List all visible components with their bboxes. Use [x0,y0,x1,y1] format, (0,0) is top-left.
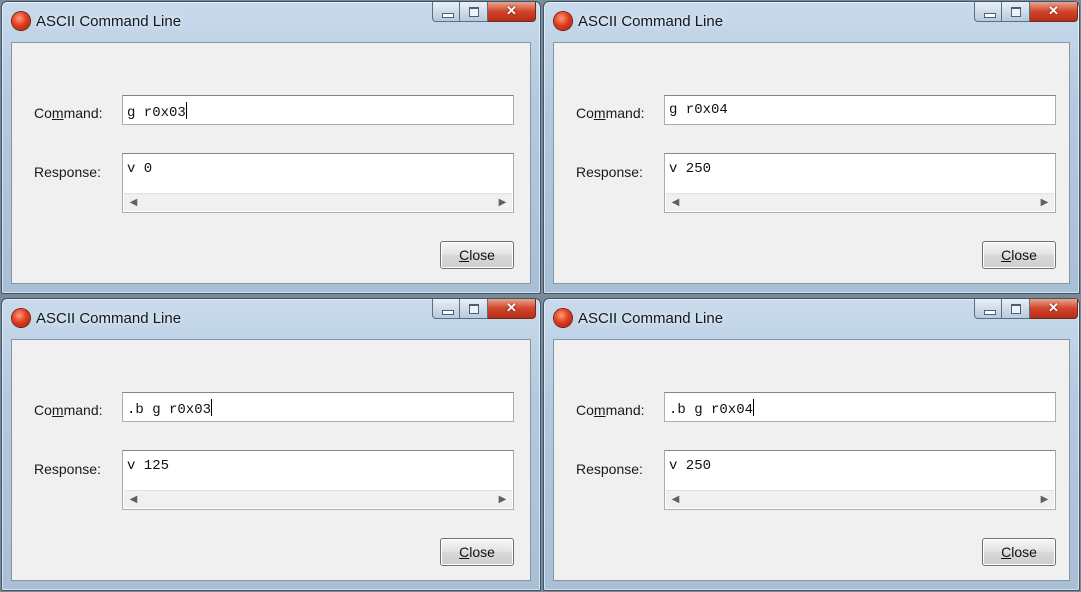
scroll-left-arrow-icon[interactable]: ◀ [668,195,683,210]
horizontal-scrollbar[interactable]: ◀ ▶ [666,490,1054,508]
scroll-left-arrow-icon[interactable]: ◀ [668,492,683,507]
close-button[interactable]: Close [440,538,514,566]
command-input[interactable]: .b g r0x03 [122,392,514,422]
response-text: v 0 [127,161,153,177]
close-window-button[interactable] [488,299,536,319]
window-title: ASCII Command Line [36,13,182,30]
minimize-button[interactable] [974,299,1002,319]
maximize-button[interactable] [460,2,488,22]
title-bar[interactable]: ASCII Command Line [544,2,1079,42]
horizontal-scrollbar[interactable]: ◀ ▶ [666,193,1054,211]
response-label: Response: [34,164,101,180]
response-label: Response: [576,164,643,180]
scroll-left-arrow-icon[interactable]: ◀ [126,195,141,210]
maximize-button[interactable] [1002,299,1030,319]
command-line-window-3: ASCII Command Line Command: .b g r0x03 R… [1,298,541,591]
command-input[interactable]: .b g r0x04 [664,392,1056,422]
command-label: Command: [576,402,645,418]
close-button[interactable]: Close [982,538,1056,566]
command-line-window-2: ASCII Command Line Command: g r0x04 Resp… [543,1,1080,294]
text-caret [753,399,755,416]
app-icon [554,12,572,30]
response-box[interactable]: v 125 ◀ ▶ [122,450,514,510]
title-bar[interactable]: ASCII Command Line [2,2,540,42]
minimize-button[interactable] [432,299,460,319]
response-box[interactable]: v 0 ◀ ▶ [122,153,514,213]
title-bar[interactable]: ASCII Command Line [2,299,540,339]
client-area: Command: g r0x04 Response: v 250 ◀ ▶ Clo… [553,42,1070,284]
response-text: v 250 [669,458,712,474]
maximize-button[interactable] [460,299,488,319]
app-icon [12,309,30,327]
scroll-right-arrow-icon[interactable]: ▶ [1037,492,1052,507]
scroll-right-arrow-icon[interactable]: ▶ [495,195,510,210]
command-line-window-4: ASCII Command Line Command: .b g r0x04 R… [543,298,1080,591]
window-title: ASCII Command Line [578,13,724,30]
maximize-button[interactable] [1002,2,1030,22]
client-area: Command: g r0x03 Response: v 0 ◀ ▶ Close [11,42,531,284]
title-bar[interactable]: ASCII Command Line [544,299,1079,339]
command-label: Command: [34,105,103,121]
window-title: ASCII Command Line [36,310,182,327]
close-window-button[interactable] [1030,299,1078,319]
command-label: Command: [576,105,645,121]
horizontal-scrollbar[interactable]: ◀ ▶ [124,490,512,508]
close-button[interactable]: Close [440,241,514,269]
text-caret [211,399,213,416]
command-label: Command: [34,402,103,418]
command-line-window-1: ASCII Command Line Command: g r0x03 Resp… [1,1,541,294]
response-text: v 125 [127,458,170,474]
scroll-right-arrow-icon[interactable]: ▶ [495,492,510,507]
command-input[interactable]: g r0x04 [664,95,1056,125]
scroll-left-arrow-icon[interactable]: ◀ [126,492,141,507]
response-label: Response: [34,461,101,477]
close-button[interactable]: Close [982,241,1056,269]
close-window-button[interactable] [1030,2,1078,22]
close-window-button[interactable] [488,2,536,22]
client-area: Command: .b g r0x04 Response: v 250 ◀ ▶ … [553,339,1070,581]
response-text: v 250 [669,161,712,177]
response-box[interactable]: v 250 ◀ ▶ [664,153,1056,213]
app-icon [554,309,572,327]
minimize-button[interactable] [432,2,460,22]
minimize-button[interactable] [974,2,1002,22]
window-title: ASCII Command Line [578,310,724,327]
text-caret [185,102,187,119]
app-icon [12,12,30,30]
scroll-right-arrow-icon[interactable]: ▶ [1037,195,1052,210]
response-label: Response: [576,461,643,477]
response-box[interactable]: v 250 ◀ ▶ [664,450,1056,510]
horizontal-scrollbar[interactable]: ◀ ▶ [124,193,512,211]
client-area: Command: .b g r0x03 Response: v 125 ◀ ▶ … [11,339,531,581]
command-input[interactable]: g r0x03 [122,95,514,125]
